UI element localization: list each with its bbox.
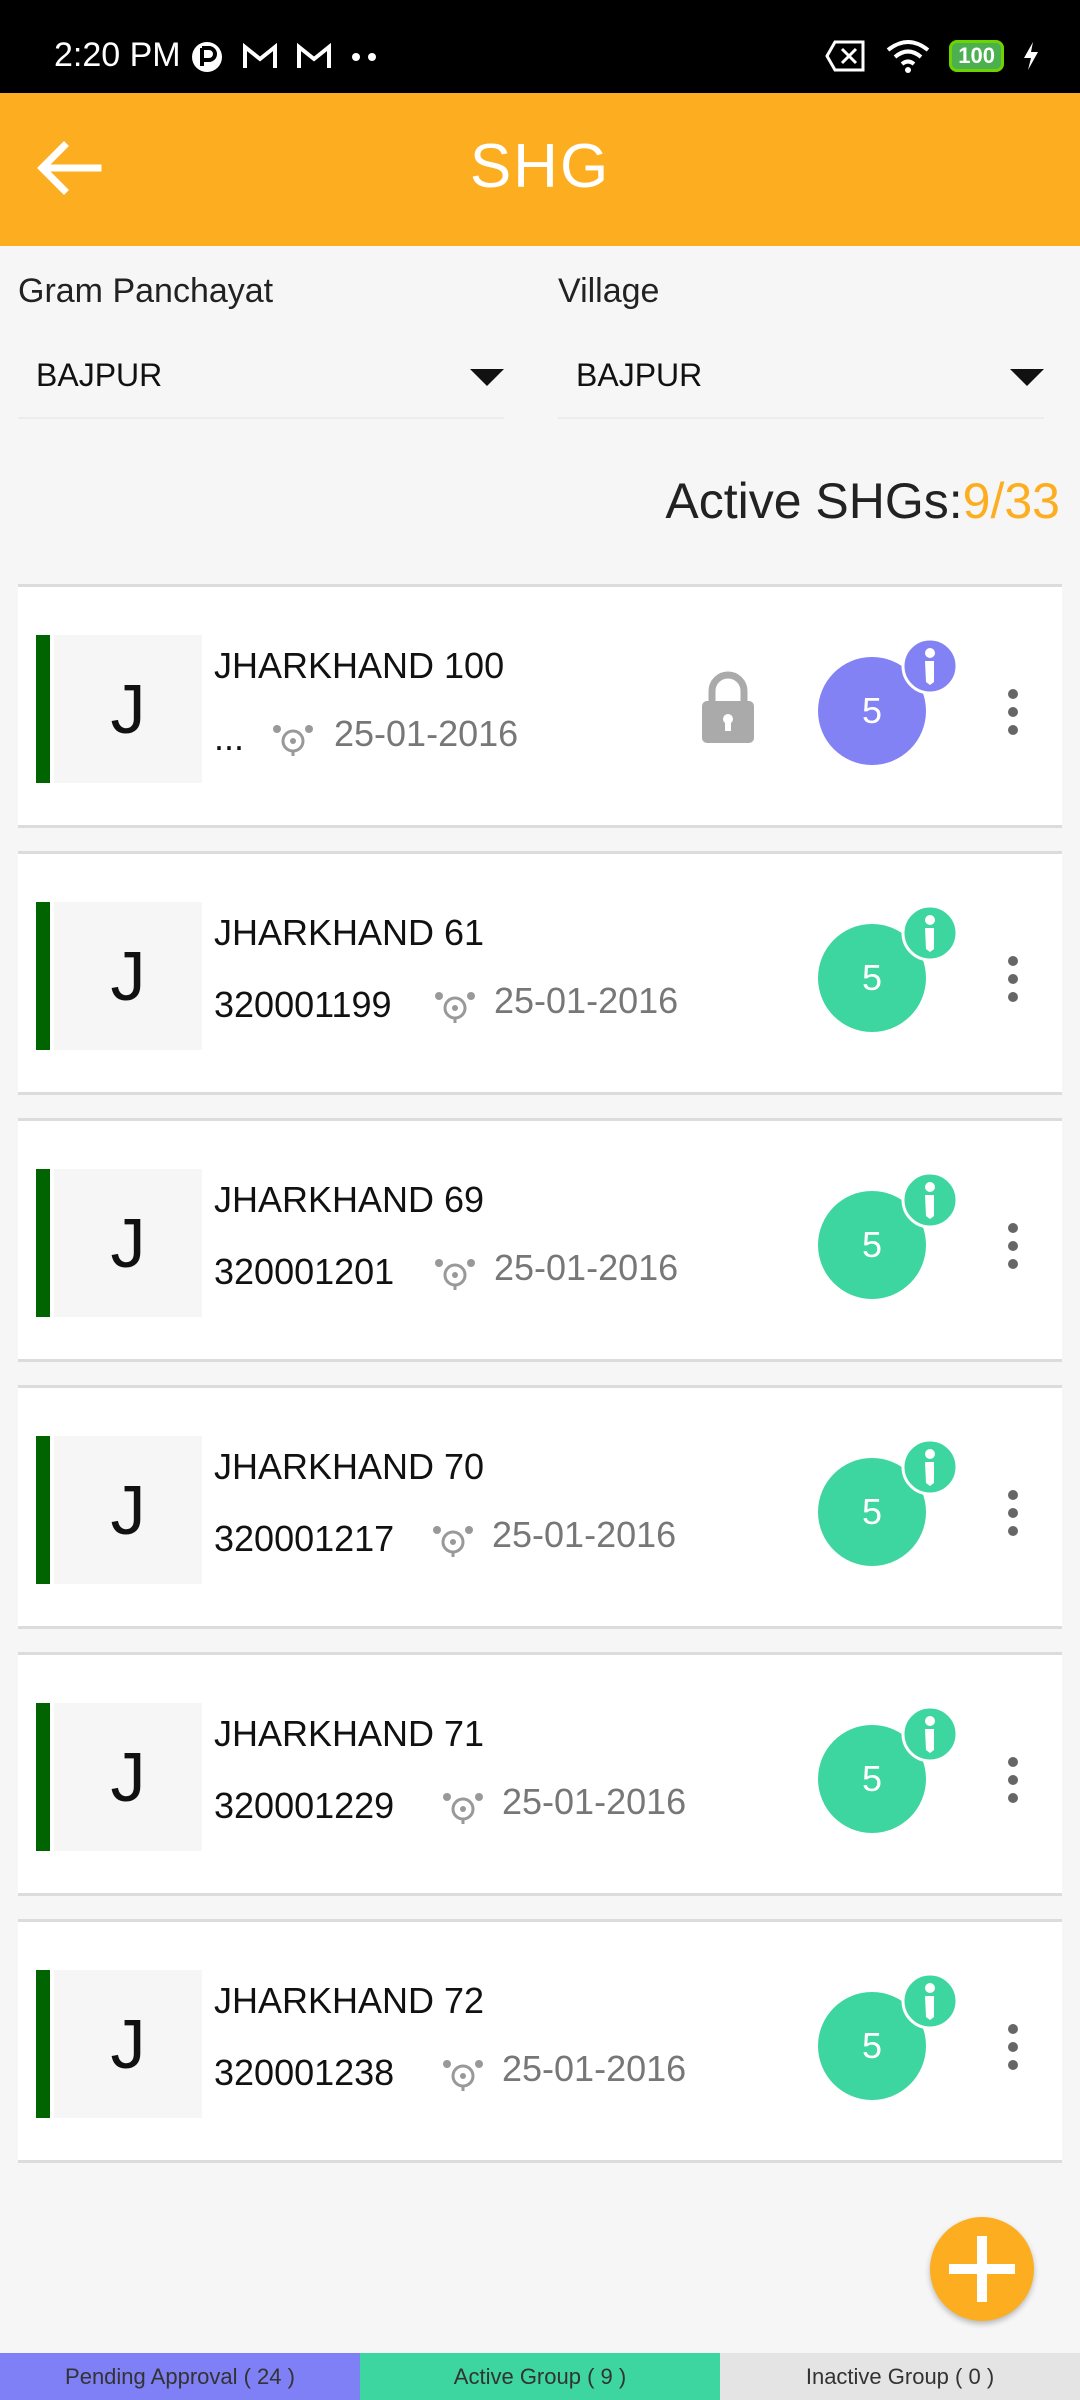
shg-name: JHARKHAND 72 [214, 1980, 485, 2021]
meeting-icon [273, 725, 313, 756]
shg-name: JHARKHAND 61 [214, 912, 485, 953]
sim-off-icon [825, 40, 865, 72]
shg-name: JHARKHAND 71 [214, 1713, 485, 1754]
bottom-tabs: Pending Approval ( 24 ) Active Group ( 9… [0, 2353, 1080, 2400]
shg-date: 25-01-2016 [492, 1514, 677, 1555]
shg-code: 320001199 [214, 984, 392, 1025]
battery-icon: 100 [949, 40, 1004, 72]
shg-avatar: J [54, 1436, 202, 1584]
info-icon[interactable] [901, 1705, 959, 1763]
shg-avatar: J [54, 1970, 202, 2118]
more-vert-icon[interactable] [1003, 1755, 1023, 1805]
gram-panchayat-value: BAJPUR [36, 357, 163, 393]
lock-icon [702, 671, 754, 743]
village-value: BAJPUR [576, 357, 703, 393]
shg-avatar: J [54, 1703, 202, 1851]
more-dots-icon [352, 53, 376, 61]
status-bar-indicator [36, 635, 50, 783]
meeting-icon [435, 992, 475, 1023]
shg-card[interactable]: J JHARKHAND 72 320001238 25-01-2016 5 [18, 1919, 1062, 2163]
gram-panchayat-filter: Gram Panchayat BAJPUR [18, 272, 504, 419]
shg-name: JHARKHAND 100 [214, 645, 505, 686]
status-bar-indicator [36, 1970, 50, 2118]
wifi-icon [887, 40, 930, 73]
village-label: Village [558, 272, 660, 310]
more-vert-icon[interactable] [1003, 1221, 1023, 1271]
gram-panchayat-dropdown[interactable]: BAJPUR [18, 357, 504, 419]
shg-date: 25-01-2016 [494, 980, 679, 1021]
gram-panchayat-label: Gram Panchayat [18, 272, 274, 310]
status-bar-indicator [36, 1436, 50, 1584]
shg-code: 320001217 [214, 1518, 395, 1559]
shg-avatar: J [54, 635, 202, 783]
shg-card[interactable]: J JHARKHAND 100 ... 25-01-2016 5 [18, 584, 1062, 828]
info-icon[interactable] [901, 1171, 959, 1229]
gmail-icon [243, 43, 277, 68]
tab-pending-approval[interactable]: Pending Approval ( 24 ) [0, 2353, 360, 2400]
tab-inactive-group[interactable]: Inactive Group ( 0 ) [720, 2353, 1080, 2400]
shg-date: 25-01-2016 [334, 713, 519, 754]
status-time: 2:20 PM [54, 36, 181, 74]
shg-code: ... [214, 717, 245, 758]
status-right-icons: 100 [825, 38, 1040, 74]
shg-card[interactable]: J JHARKHAND 61 320001199 25-01-2016 5 [18, 851, 1062, 1095]
shg-code: 320001201 [214, 1251, 395, 1292]
add-shg-button[interactable] [930, 2217, 1034, 2321]
shg-avatar: J [54, 902, 202, 1050]
gmail-icon [297, 43, 331, 68]
more-vert-icon[interactable] [1003, 2022, 1023, 2072]
shg-card[interactable]: J JHARKHAND 69 320001201 25-01-2016 5 [18, 1118, 1062, 1362]
status-bar-indicator [36, 1703, 50, 1851]
info-icon[interactable] [901, 1972, 959, 2030]
charging-icon [1024, 42, 1038, 70]
tab-active-group[interactable]: Active Group ( 9 ) [360, 2353, 720, 2400]
more-vert-icon[interactable] [1003, 1488, 1023, 1538]
info-icon[interactable] [901, 637, 959, 695]
info-icon[interactable] [901, 904, 959, 962]
shg-card[interactable]: J JHARKHAND 71 320001229 25-01-2016 5 [18, 1652, 1062, 1896]
info-icon[interactable] [901, 1438, 959, 1496]
shg-name: JHARKHAND 69 [214, 1179, 485, 1220]
shg-name: JHARKHAND 70 [214, 1446, 485, 1487]
active-shgs-count: Active SHGs:9/33 [665, 472, 1060, 530]
shg-date: 25-01-2016 [494, 1247, 679, 1288]
more-vert-icon[interactable] [1003, 687, 1023, 737]
dropdown-arrow-icon [1010, 369, 1044, 386]
shg-card[interactable]: J JHARKHAND 70 320001217 25-01-2016 5 [18, 1385, 1062, 1629]
status-bar-indicator [36, 1169, 50, 1317]
shg-code: 320001238 [214, 2052, 395, 2093]
village-filter: Village BAJPUR [558, 272, 1044, 419]
app-icon [192, 42, 222, 72]
village-dropdown[interactable]: BAJPUR [558, 357, 1044, 419]
app-bar: SHG [0, 93, 1080, 246]
shg-avatar: J [54, 1169, 202, 1317]
shg-date: 25-01-2016 [502, 1781, 687, 1822]
meeting-icon [435, 1259, 475, 1290]
meeting-icon [433, 1526, 473, 1557]
page-title: SHG [469, 132, 611, 201]
status-bar-indicator [36, 902, 50, 1050]
dropdown-arrow-icon [470, 369, 504, 386]
meeting-icon [443, 1793, 483, 1824]
more-vert-icon[interactable] [1003, 954, 1023, 1004]
active-shgs-label: Active SHGs: [665, 473, 963, 529]
status-left-icons [190, 40, 380, 74]
active-shgs-value: 9/33 [962, 473, 1060, 529]
shg-code: 320001229 [214, 1785, 395, 1826]
shg-date: 25-01-2016 [502, 2048, 687, 2089]
plus-icon [949, 2236, 1015, 2302]
status-bar: 2:20 PM 100 [0, 0, 1080, 93]
meeting-icon [443, 2060, 483, 2091]
